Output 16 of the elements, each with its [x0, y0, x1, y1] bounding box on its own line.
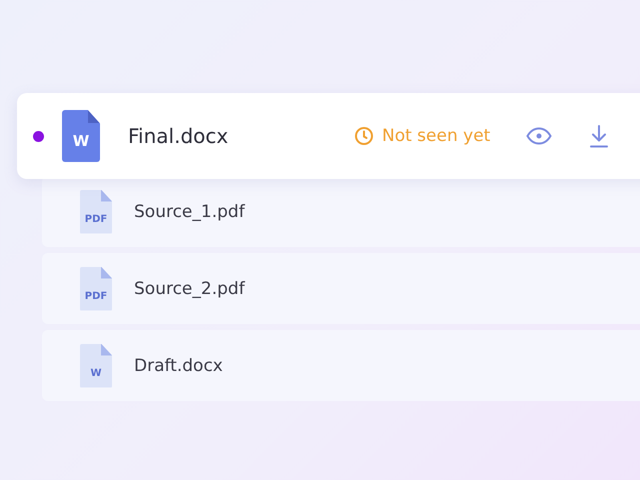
document-icon: W	[62, 110, 100, 162]
file-name: Draft.docx	[134, 356, 223, 376]
document-icon: W	[80, 344, 112, 388]
document-icon: PDF	[80, 190, 112, 234]
attachment-row[interactable]: PDF Source_2.pdf	[42, 253, 640, 324]
clock-icon	[354, 126, 374, 146]
document-icon: PDF	[80, 266, 112, 310]
file-card[interactable]: W Final.docx Not seen yet	[17, 93, 640, 179]
download-icon[interactable]	[589, 124, 610, 148]
file-name: Source_1.pdf	[134, 202, 245, 222]
attachment-row[interactable]: PDF Source_1.pdf	[42, 176, 640, 247]
status-text: Not seen yet	[382, 126, 490, 146]
file-name: Source_2.pdf	[134, 278, 245, 298]
attachment-row[interactable]: W Draft.docx	[42, 330, 640, 401]
file-name: Final.docx	[128, 124, 230, 148]
view-icon[interactable]	[526, 127, 552, 145]
